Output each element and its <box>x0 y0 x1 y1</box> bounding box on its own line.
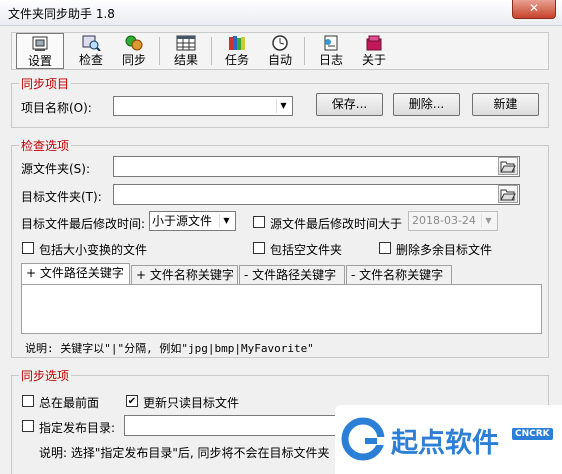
tasks-icon <box>229 36 245 50</box>
toolbar-separator <box>159 37 160 65</box>
checkmark-icon: ✔ <box>127 396 137 407</box>
chevron-down-icon[interactable]: ▼ <box>219 214 233 228</box>
window-title: 文件夹同步助手 1.8 <box>8 7 115 21</box>
about-icon <box>366 35 382 51</box>
source-folder-label: 源文件夹(S): <box>21 162 91 176</box>
project-name-select[interactable]: ▼ <box>113 96 293 116</box>
modtime-label: 目标文件最后修改时间: <box>21 217 146 231</box>
results-icon <box>176 35 196 51</box>
keywords-note: 说明: 关键字以"|"分隔, 例如"jpg|bmp|MyFavorite" <box>25 342 314 355</box>
toolbar-button-check[interactable]: 检查 <box>67 33 115 69</box>
source-modtime-checkbox[interactable] <box>253 216 265 228</box>
toolbar-label: 结果 <box>173 53 198 67</box>
watermark-badge: CNCRK <box>512 428 553 440</box>
browse-target-button[interactable] <box>498 185 518 203</box>
keywords-textarea[interactable] <box>21 284 542 334</box>
watermark-text: 起点软件 <box>391 428 499 459</box>
check-icon <box>82 35 101 51</box>
toolbar-button-tasks[interactable]: 任务 <box>213 33 261 69</box>
browse-source-button[interactable] <box>498 157 518 175</box>
settings-icon <box>32 36 48 51</box>
sync-options-legend: 同步选项 <box>19 367 72 384</box>
always-on-top-checkbox[interactable] <box>22 395 34 407</box>
toolbar-button-log[interactable]: 日志 <box>307 33 355 69</box>
publish-dir-input[interactable] <box>124 415 354 436</box>
update-readonly-checkbox[interactable]: ✔ <box>126 395 138 407</box>
case-change-checkbox[interactable] <box>22 242 34 254</box>
folder-open-icon <box>500 161 516 173</box>
watermark-panel: 起点软件 CNCRK <box>335 405 562 474</box>
publish-dir-checkbox[interactable] <box>22 420 34 432</box>
toolbar-label: 检查 <box>78 53 103 67</box>
clock-icon <box>272 35 288 51</box>
always-on-top-label: 总在最前面 <box>39 396 100 410</box>
toolbar-label: 自动 <box>267 53 292 67</box>
toolbar-label: 设置 <box>27 54 52 68</box>
project-name-label: 项目名称(O): <box>21 101 92 115</box>
toolbar-button-settings[interactable]: 设置 <box>16 33 64 69</box>
target-folder-label: 目标文件夹(T): <box>21 190 102 204</box>
tab-exclude-name-keyword[interactable]: - 文件名称关键字 <box>346 265 452 284</box>
save-button[interactable]: 保存... <box>316 93 383 116</box>
check-options-legend: 检查选项 <box>19 137 72 154</box>
tab-include-path-keyword[interactable]: + 文件路径关键字 <box>21 263 130 284</box>
source-modtime-date-value: 2018-03-24 <box>412 214 476 227</box>
log-icon <box>324 35 338 51</box>
publish-dir-label: 指定发布目录: <box>39 421 116 435</box>
toolbar-separator <box>304 37 305 65</box>
sync-icon <box>125 35 143 51</box>
sync-project-legend: 同步项目 <box>19 75 72 92</box>
source-folder-input[interactable] <box>113 156 520 177</box>
modtime-select[interactable]: 小于源文件 ▼ <box>149 211 236 231</box>
chevron-down-icon[interactable]: ▼ <box>481 214 495 228</box>
toolbar-separator <box>211 37 212 65</box>
tab-include-name-keyword[interactable]: + 文件名称关键字 <box>131 265 238 284</box>
publish-note: 说明: 选择"指定发布目录"后, 同步将不会在目标文件夹 <box>39 446 330 460</box>
case-change-label: 包括大小变换的文件 <box>39 243 148 257</box>
delete-button[interactable]: 删除... <box>393 93 460 116</box>
empty-folder-checkbox[interactable] <box>253 242 265 254</box>
new-button[interactable]: 新建 <box>472 93 539 116</box>
source-modtime-label: 源文件最后修改时间大于 <box>270 217 403 231</box>
toolbar-label: 关于 <box>361 53 386 67</box>
toolbar-button-results[interactable]: 结果 <box>162 33 210 69</box>
toolbar-label: 同步 <box>121 53 146 67</box>
toolbar-button-about[interactable]: 关于 <box>350 33 398 69</box>
modtime-select-value: 小于源文件 <box>152 214 213 228</box>
delete-extra-label: 删除多余目标文件 <box>396 243 493 257</box>
toolbar-label: 日志 <box>318 53 343 67</box>
folder-open-icon <box>500 189 516 201</box>
toolbar-button-auto[interactable]: 自动 <box>256 33 304 69</box>
source-modtime-date[interactable]: 2018-03-24 ▼ <box>408 211 498 231</box>
empty-folder-label: 包括空文件夹 <box>270 243 343 257</box>
target-folder-input[interactable] <box>113 184 520 205</box>
toolbar-button-sync[interactable]: 同步 <box>110 33 158 69</box>
delete-extra-checkbox[interactable] <box>379 242 391 254</box>
watermark-logo-icon <box>341 417 385 461</box>
toolbar-label: 任务 <box>224 53 249 67</box>
update-readonly-label: 更新只读目标文件 <box>143 396 240 410</box>
chevron-down-icon[interactable]: ▼ <box>276 99 290 113</box>
close-button[interactable]: ✕ <box>512 0 556 19</box>
tab-exclude-path-keyword[interactable]: - 文件路径关键字 <box>239 265 345 284</box>
